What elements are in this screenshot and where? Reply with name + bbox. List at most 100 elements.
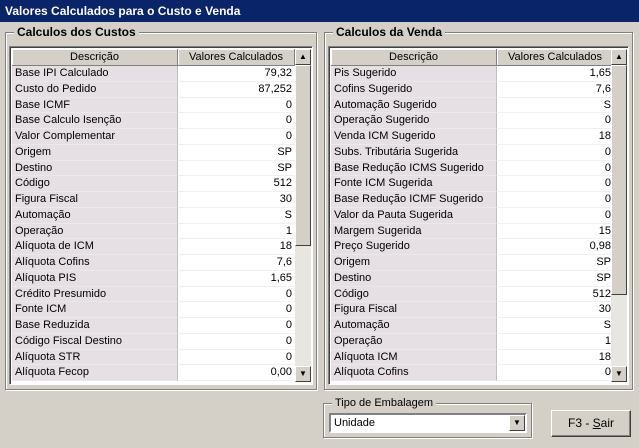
row-descricao[interactable]: Destino: [12, 160, 178, 177]
row-valor[interactable]: SP: [178, 160, 295, 177]
row-descricao[interactable]: Alíquota PIS: [12, 270, 178, 287]
table-row[interactable]: Alíquota Cofins 7,6: [12, 255, 295, 271]
table-row[interactable]: Automação S: [331, 318, 614, 334]
row-valor[interactable]: 0: [178, 333, 295, 350]
venda-scroll-down-icon[interactable]: ▼: [611, 366, 627, 382]
row-valor[interactable]: 18: [178, 239, 295, 255]
embalagem-select[interactable]: Unidade ▼: [329, 413, 527, 433]
row-descricao[interactable]: Valor da Pauta Sugerida: [331, 207, 497, 224]
table-row[interactable]: Código Fiscal Destino 0: [12, 333, 295, 350]
row-valor[interactable]: 1,65: [178, 270, 295, 287]
row-descricao[interactable]: Alíquota de ICM: [12, 239, 178, 255]
row-descricao[interactable]: Figura Fiscal: [12, 192, 178, 208]
chevron-down-icon[interactable]: ▼: [509, 415, 525, 431]
table-row[interactable]: Base Reduzida 0: [12, 318, 295, 334]
table-row[interactable]: Fonte ICM 0: [12, 302, 295, 318]
row-valor[interactable]: S: [178, 207, 295, 224]
row-valor[interactable]: 79,32: [178, 66, 295, 82]
row-valor[interactable]: 0: [497, 176, 614, 192]
row-valor[interactable]: 0: [178, 97, 295, 114]
row-descricao[interactable]: Código: [331, 286, 497, 303]
row-descricao[interactable]: Alíquota STR: [12, 349, 178, 366]
table-row[interactable]: Fonte ICM Sugerida 0: [331, 176, 614, 192]
row-valor[interactable]: 512: [178, 176, 295, 192]
row-valor[interactable]: 0: [497, 192, 614, 208]
table-row[interactable]: Base ICMF 0: [12, 97, 295, 114]
table-row[interactable]: Margem Sugerida 15: [331, 223, 614, 240]
row-descricao[interactable]: Base Calculo Isenção: [12, 113, 178, 129]
table-row[interactable]: Valor da Pauta Sugerida 0: [331, 207, 614, 224]
exit-button[interactable]: F3 - Sair: [551, 410, 631, 437]
table-row[interactable]: Automação S: [12, 207, 295, 224]
row-descricao[interactable]: Pis Sugerido: [331, 66, 497, 82]
table-row[interactable]: Figura Fiscal 30: [331, 302, 614, 318]
table-row[interactable]: Preço Sugerido 0,98: [331, 239, 614, 255]
custos-header-descricao[interactable]: Descrição: [12, 49, 178, 66]
table-row[interactable]: Origem SP: [331, 255, 614, 271]
table-row[interactable]: Origem SP: [12, 144, 295, 161]
table-row[interactable]: Operação 1: [331, 333, 614, 350]
custos-scroll-thumb[interactable]: [295, 65, 311, 246]
table-row[interactable]: Alíquota Fecop 0,00: [12, 365, 295, 381]
row-valor[interactable]: SP: [178, 144, 295, 161]
venda-scroll-thumb[interactable]: [611, 65, 627, 295]
table-row[interactable]: Base IPI Calculado 79,32: [12, 66, 295, 82]
row-valor[interactable]: 0: [497, 113, 614, 129]
row-descricao[interactable]: Figura Fiscal: [331, 302, 497, 318]
table-row[interactable]: Base Calculo Isenção 0: [12, 113, 295, 129]
table-row[interactable]: Destino SP: [12, 160, 295, 177]
row-descricao[interactable]: Operação: [331, 333, 497, 350]
row-descricao[interactable]: Crédito Presumido: [12, 286, 178, 303]
table-row[interactable]: Alíquota de ICM 18: [12, 239, 295, 255]
row-descricao[interactable]: Alíquota Cofins: [331, 365, 497, 381]
row-descricao[interactable]: Base ICMF: [12, 97, 178, 114]
table-row[interactable]: Código 512: [12, 176, 295, 192]
row-valor[interactable]: 15: [497, 223, 614, 240]
row-valor[interactable]: S: [497, 318, 614, 334]
row-descricao[interactable]: Alíquota Cofins: [12, 255, 178, 271]
row-descricao[interactable]: Venda ICM Sugerido: [331, 129, 497, 145]
row-valor[interactable]: 0: [497, 144, 614, 161]
row-descricao[interactable]: Origem: [331, 255, 497, 271]
table-row[interactable]: Operação 1: [12, 223, 295, 240]
table-row[interactable]: Custo do Pedido 87,252: [12, 81, 295, 98]
custos-scroll-up-icon[interactable]: ▲: [295, 49, 311, 65]
row-descricao[interactable]: Destino: [331, 270, 497, 287]
row-valor[interactable]: 30: [178, 192, 295, 208]
row-descricao[interactable]: Base IPI Calculado: [12, 66, 178, 82]
row-valor[interactable]: 18: [497, 129, 614, 145]
table-row[interactable]: Base Redução ICMF Sugerido 0: [331, 192, 614, 208]
table-row[interactable]: Alíquota STR 0: [12, 349, 295, 366]
row-valor[interactable]: 0,00: [178, 365, 295, 381]
row-descricao[interactable]: Automação Sugerido: [331, 97, 497, 114]
row-valor[interactable]: SP: [497, 255, 614, 271]
row-valor[interactable]: 0: [178, 318, 295, 334]
row-descricao[interactable]: Código Fiscal Destino: [12, 333, 178, 350]
row-valor[interactable]: 0: [497, 365, 614, 381]
row-valor[interactable]: S: [497, 97, 614, 114]
row-valor[interactable]: SP: [497, 270, 614, 287]
row-valor[interactable]: 1,65: [497, 66, 614, 82]
custos-scroll-down-icon[interactable]: ▼: [295, 366, 311, 382]
table-row[interactable]: Operação Sugerido 0: [331, 113, 614, 129]
row-valor[interactable]: 7,6: [497, 81, 614, 98]
table-row[interactable]: Valor Complementar 0: [12, 129, 295, 145]
row-descricao[interactable]: Custo do Pedido: [12, 81, 178, 98]
row-descricao[interactable]: Alíquota Fecop: [12, 365, 178, 381]
row-descricao[interactable]: Fonte ICM: [12, 302, 178, 318]
table-row[interactable]: Pis Sugerido 1,65: [331, 66, 614, 82]
row-valor[interactable]: 1: [497, 333, 614, 350]
table-row[interactable]: Alíquota Cofins 0: [331, 365, 614, 381]
row-descricao[interactable]: Origem: [12, 144, 178, 161]
row-descricao[interactable]: Operação Sugerido: [331, 113, 497, 129]
row-descricao[interactable]: Subs. Tributária Sugerida: [331, 144, 497, 161]
table-row[interactable]: Base Redução ICMS Sugerido 0: [331, 160, 614, 177]
row-valor[interactable]: 0: [497, 160, 614, 177]
row-descricao[interactable]: Valor Complementar: [12, 129, 178, 145]
row-valor[interactable]: 30: [497, 302, 614, 318]
row-valor[interactable]: 7,6: [178, 255, 295, 271]
custos-header-valores[interactable]: Valores Calculados: [178, 49, 295, 66]
row-descricao[interactable]: Cofins Sugerido: [331, 81, 497, 98]
venda-header-descricao[interactable]: Descrição: [331, 49, 497, 66]
row-valor[interactable]: 1: [178, 223, 295, 240]
